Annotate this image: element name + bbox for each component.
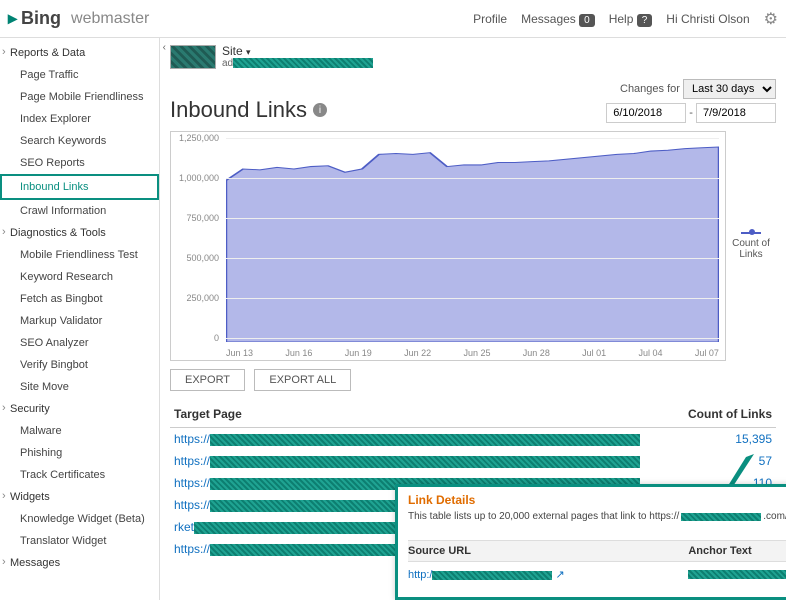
logo[interactable]: ▸ Bing webmaster xyxy=(8,8,149,29)
range-select[interactable]: Last 30 days xyxy=(683,79,776,99)
x-tick: Jun 28 xyxy=(523,348,550,358)
legend-label: Count of Links xyxy=(726,238,776,260)
chart-area: 1,250,000 1,000,000 750,000 500,000 250,000 0… xyxy=(170,131,726,361)
nav-group[interactable]: Diagnostics & Tools xyxy=(0,222,159,244)
changes-for-label: Changes for xyxy=(620,83,680,95)
site-selector-row: Site ▾ ad xyxy=(170,44,776,73)
y-tick: 0 xyxy=(171,333,219,343)
popup-col-source: Source URL xyxy=(408,545,688,557)
y-tick: 250,000 xyxy=(171,293,219,303)
nav-item[interactable]: Crawl Information xyxy=(0,200,159,222)
help-link[interactable]: Help ? xyxy=(609,12,653,26)
col-count-links[interactable]: Count of Links xyxy=(672,407,772,421)
popup-col-anchor: Anchor Text xyxy=(688,545,786,557)
x-tick: Jun 22 xyxy=(404,348,431,358)
x-tick: Jun 13 xyxy=(226,348,253,358)
nav-item[interactable]: Search Keywords xyxy=(0,130,159,152)
page-title: Inbound Links i xyxy=(170,97,327,123)
nav-item[interactable]: Malware xyxy=(0,420,159,442)
table-row[interactable]: https://15,395 xyxy=(170,428,776,450)
popup-title: Link Details xyxy=(408,493,786,507)
nav-item[interactable]: Phishing xyxy=(0,442,159,464)
date-to-input[interactable] xyxy=(696,103,776,123)
table-row[interactable]: https://57 xyxy=(170,450,776,472)
profile-link[interactable]: Profile xyxy=(473,12,507,26)
nav-item[interactable]: Markup Validator xyxy=(0,310,159,332)
y-tick: 500,000 xyxy=(171,253,219,263)
messages-link[interactable]: Messages 0 xyxy=(521,12,595,26)
nav-item[interactable]: Mobile Friendliness Test xyxy=(0,244,159,266)
nav-item[interactable]: Page Traffic xyxy=(0,64,159,86)
help-badge: ? xyxy=(637,14,653,27)
greeting: Hi Christi Olson xyxy=(666,12,749,26)
nav-item[interactable]: Index Explorer xyxy=(0,108,159,130)
popup-row[interactable]: http:/ ↗ xyxy=(408,562,786,587)
main-content: Site ▾ ad Inbound Links i Changes for La… xyxy=(160,38,786,600)
site-url-redacted: ad xyxy=(222,58,373,69)
y-tick: 1,000,000 xyxy=(171,173,219,183)
gear-icon[interactable]: ⚙ xyxy=(764,9,778,29)
popup-description: This table lists up to 20,000 external p… xyxy=(408,511,786,522)
nav-item[interactable]: SEO Reports xyxy=(0,152,159,174)
nav-item[interactable]: Translator Widget xyxy=(0,530,159,552)
nav-item[interactable]: Knowledge Widget (Beta) xyxy=(0,508,159,530)
x-tick: Jul 07 xyxy=(695,348,719,358)
site-thumbnail xyxy=(170,45,216,69)
site-label[interactable]: Site ▾ xyxy=(222,44,373,58)
link-details-popup: × Link Details This table lists up to 20… xyxy=(395,484,786,600)
export-all-button[interactable]: EXPORT ALL xyxy=(254,369,351,391)
nav-item[interactable]: SEO Analyzer xyxy=(0,332,159,354)
header-right: Profile Messages 0 Help ? Hi Christi Ols… xyxy=(473,9,778,29)
x-tick: Jun 16 xyxy=(285,348,312,358)
date-from-input[interactable] xyxy=(606,103,686,123)
x-tick: Jun 25 xyxy=(463,348,490,358)
nav-item[interactable]: Track Certificates xyxy=(0,464,159,486)
bing-b-icon: ▸ xyxy=(8,8,17,29)
x-tick: Jun 19 xyxy=(345,348,372,358)
nav-item[interactable]: Fetch as Bingbot xyxy=(0,288,159,310)
nav-item[interactable]: Page Mobile Friendliness xyxy=(0,86,159,108)
brand-text: Bing xyxy=(21,8,61,29)
sidebar: ‹ Reports & DataPage TrafficPage Mobile … xyxy=(0,38,160,600)
nav-item[interactable]: Inbound Links xyxy=(0,174,159,200)
header: ▸ Bing webmaster Profile Messages 0 Help… xyxy=(0,0,786,38)
x-tick: Jul 04 xyxy=(639,348,663,358)
x-tick: Jul 01 xyxy=(582,348,606,358)
nav-item[interactable]: Keyword Research xyxy=(0,266,159,288)
nav-group[interactable]: Security xyxy=(0,398,159,420)
nav-group[interactable]: Messages xyxy=(0,552,159,574)
product-text: webmaster xyxy=(71,10,149,28)
info-icon[interactable]: i xyxy=(313,103,327,117)
nav-group[interactable]: Widgets xyxy=(0,486,159,508)
y-tick: 750,000 xyxy=(171,213,219,223)
legend-marker-icon xyxy=(741,232,761,234)
y-tick: 1,250,000 xyxy=(171,133,219,143)
col-target-page[interactable]: Target Page xyxy=(174,407,672,421)
messages-badge: 0 xyxy=(579,14,595,27)
nav-item[interactable]: Site Move xyxy=(0,376,159,398)
nav-item[interactable]: Verify Bingbot xyxy=(0,354,159,376)
chart-legend: Count of Links xyxy=(726,131,776,361)
nav-group[interactable]: Reports & Data xyxy=(0,42,159,64)
external-link-icon: ↗ xyxy=(556,569,565,581)
export-button[interactable]: EXPORT xyxy=(170,369,245,391)
